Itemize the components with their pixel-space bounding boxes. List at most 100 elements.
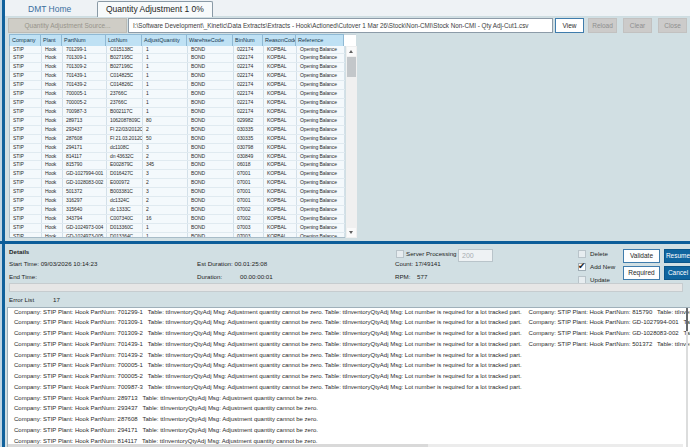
- grid-cell: KOPBAL: [264, 81, 297, 89]
- grid-cell: STIP: [10, 135, 42, 143]
- grid-cell: Hook: [42, 153, 63, 161]
- grid-column-header[interactable]: Company: [9, 34, 41, 46]
- grid-row[interactable]: STIPHook701309-2B027196C1BOND022174KOPBA…: [10, 63, 345, 72]
- grid-row[interactable]: STIPHook343794C007340C16BOND07002KOPBALO…: [10, 215, 345, 224]
- resume-button[interactable]: Resume: [664, 249, 690, 263]
- grid-cell: Hook: [42, 161, 63, 169]
- grid-cell: KOPBAL: [264, 170, 297, 178]
- grid-column-header[interactable]: BinNum: [233, 34, 263, 46]
- grid-cell: Opening Balance: [297, 81, 345, 89]
- error-list-item[interactable]: Company: STIP Plant: Hook PartNum: 29417…: [14, 425, 522, 436]
- server-processing-checkbox[interactable]: [396, 250, 404, 258]
- error-list-item[interactable]: Company: STIP Plant: Hook PartNum: 29343…: [14, 403, 522, 414]
- error-list-item[interactable]: Company: STIP Plant: Hook PartNum: 70130…: [14, 328, 522, 339]
- error-list-item[interactable]: Company: STIP Plant: Hook PartNum: 70129…: [14, 307, 522, 317]
- grid-row[interactable]: STIPHook501372B003381C3BOND07001KOPBALOp…: [10, 188, 345, 197]
- grid-cell: Opening Balance: [297, 135, 345, 143]
- error-list-vertical-scrollbar[interactable]: [686, 308, 688, 447]
- grid-row[interactable]: STIPHook316297dc1324C2BOND07001KOPBALOpe…: [10, 197, 345, 206]
- grid-column-header[interactable]: Plant: [41, 34, 62, 46]
- grid-cell: Opening Balance: [297, 170, 345, 178]
- quantity-adjustment-source-button[interactable]: Quantity Adjustment Source...: [8, 18, 127, 33]
- grid-row[interactable]: STIPHook701299-1C015138C1BOND022174KOPBA…: [10, 46, 345, 55]
- grid-cell: Opening Balance: [297, 161, 345, 169]
- grid-row[interactable]: STIPHookGD-1027994-001D016427C3BOND07001…: [10, 170, 345, 179]
- tab-quantity-adjustment[interactable]: Quantity Adjustment 1 0%: [97, 1, 213, 17]
- details-title: Details: [9, 248, 29, 255]
- error-list-item[interactable]: Company: STIP Plant: Hook PartNum: 81579…: [529, 307, 690, 317]
- grid-cell: 07002: [234, 215, 264, 223]
- grid-row[interactable]: STIPHook701309-1B027195C1BOND022174KOPBA…: [10, 54, 345, 63]
- grid-row[interactable]: STIPHook815790E002879C345BOND06018KOPBAL…: [10, 161, 345, 170]
- rate-input[interactable]: 200: [458, 249, 493, 262]
- error-list-item[interactable]: Company: STIP Plant: Hook PartNum: GD-10…: [529, 328, 690, 339]
- grid-row[interactable]: STIPHook293437FI 22/03/2012C2BOND030335K…: [10, 126, 345, 135]
- required-button[interactable]: Required: [623, 266, 660, 280]
- grid-row[interactable]: STIPHook700005-123766C1BOND022174KOPBALO…: [10, 90, 345, 99]
- error-list-item[interactable]: Company: STIP Plant: Hook PartNum: 28971…: [14, 393, 522, 404]
- validate-button[interactable]: Validate: [623, 249, 660, 263]
- grid-cell: Opening Balance: [297, 144, 345, 152]
- grid-cell: BOND: [188, 188, 234, 196]
- grid-cell: Hook: [42, 72, 63, 80]
- error-list-label: Error List: [9, 296, 34, 303]
- source-path-input[interactable]: I:\Software Development\_Kinetic\Data Ex…: [128, 18, 553, 33]
- error-list-item[interactable]: Company: STIP Plant: Hook PartNum: 28760…: [14, 414, 522, 425]
- grid-cell: B002117C: [107, 108, 143, 116]
- grid-column-header[interactable]: LotNum: [106, 34, 142, 46]
- grid-row[interactable]: STIPHook700987-3B002117C1BOND022174KOPBA…: [10, 108, 345, 117]
- progress-bar: [9, 283, 683, 292]
- grid-column-header[interactable]: PartNum: [62, 34, 106, 46]
- window-left-edge-accent: [2, 0, 5, 447]
- error-list-item[interactable]: Company: STIP Plant: Hook PartNum: 70000…: [14, 371, 522, 382]
- error-list-item[interactable]: Company: STIP Plant: Hook PartNum: 70000…: [14, 360, 522, 371]
- grid-scroll-up-icon[interactable]: [347, 47, 356, 56]
- grid-cell: 1: [143, 90, 188, 98]
- grid-row[interactable]: STIPHook701439-2C014826C1BOND022174KOPBA…: [10, 81, 345, 90]
- grid-cell: BOND: [188, 63, 234, 71]
- grid-column-header[interactable]: WarehseCode: [187, 34, 233, 46]
- error-list-item[interactable]: Company: STIP Plant: Hook PartNum: 50137…: [529, 339, 690, 350]
- error-list-item[interactable]: Company: STIP Plant: Hook PartNum: 70098…: [14, 382, 522, 393]
- grid-cell: STIP: [10, 126, 42, 134]
- grid-row[interactable]: STIPHookGD-1024973-004D013360C1BOND07003…: [10, 224, 345, 233]
- grid-row[interactable]: STIPHook294171dc1108C3BOND030798KOPBALOp…: [10, 144, 345, 153]
- grid-row[interactable]: STIPHook287608FI 21.03.2012C50BOND030335…: [10, 135, 345, 144]
- grid-column-header[interactable]: ReasonCode: [263, 34, 296, 46]
- grid-column-header[interactable]: AdjustQuantity: [142, 34, 187, 46]
- grid-cell: 701309-1: [63, 54, 107, 62]
- view-button[interactable]: View: [555, 18, 584, 33]
- grid-row[interactable]: STIPHook701439-1C014825C1BOND022174KOPBA…: [10, 72, 345, 81]
- grid-row[interactable]: STIPHookGD-1024973-005D013364C1BOND07003…: [10, 233, 345, 238]
- grid-cell: B027195C: [107, 54, 143, 62]
- grid-row[interactable]: STIPHookGD-1028083-002E0009722BOND07001K…: [10, 179, 345, 188]
- grid-row[interactable]: STIPHook700005-223766C1BOND022174KOPBALO…: [10, 99, 345, 108]
- grid-scroll-thumb[interactable]: [347, 57, 356, 77]
- grid-cell: STIP: [10, 197, 42, 205]
- grid-cell: STIP: [10, 179, 42, 187]
- error-list-item[interactable]: Company: STIP Plant: Hook PartNum: GD-10…: [529, 317, 690, 328]
- grid-cell: 1: [143, 224, 188, 232]
- grid-cell: Hook: [42, 135, 63, 143]
- clear-button[interactable]: Clear: [623, 18, 652, 33]
- error-list-item[interactable]: Company: STIP Plant: Hook PartNum: 70143…: [14, 350, 522, 361]
- error-list-item[interactable]: Company: STIP Plant: Hook PartNum: 70143…: [14, 339, 522, 350]
- close-button[interactable]: Close: [658, 18, 687, 33]
- grid-scroll-down-icon[interactable]: [347, 228, 356, 237]
- reload-button[interactable]: Reload: [588, 18, 617, 33]
- grid-cell: 022174: [234, 46, 264, 54]
- grid-cell: FI 21.03.2012C: [107, 135, 143, 143]
- delete-checkbox[interactable]: [578, 250, 586, 258]
- error-list-item[interactable]: Company: STIP Plant: Hook PartNum: 70130…: [14, 317, 522, 328]
- tab-dmt-home[interactable]: DMT Home: [28, 4, 71, 14]
- grid-row[interactable]: STIPHook2897131062087809C80BOND029982KOP…: [10, 117, 345, 126]
- grid-cell: dc1324C: [107, 197, 143, 205]
- error-list-vscroll-thumb[interactable]: [686, 308, 688, 331]
- grid-cell: Opening Balance: [297, 72, 345, 80]
- grid-row[interactable]: STIPHook814117dn 43632C2BOND030849KOPBAL…: [10, 153, 345, 162]
- cancel-button[interactable]: Cancel: [664, 266, 690, 280]
- grid-row[interactable]: STIPHook315640dc 1333C2BOND07002KOPBALOp…: [10, 206, 345, 215]
- count-label: Count: 17/49141: [395, 260, 441, 267]
- grid-column-header[interactable]: Reference: [296, 34, 344, 46]
- grid-vertical-scrollbar[interactable]: [346, 46, 357, 238]
